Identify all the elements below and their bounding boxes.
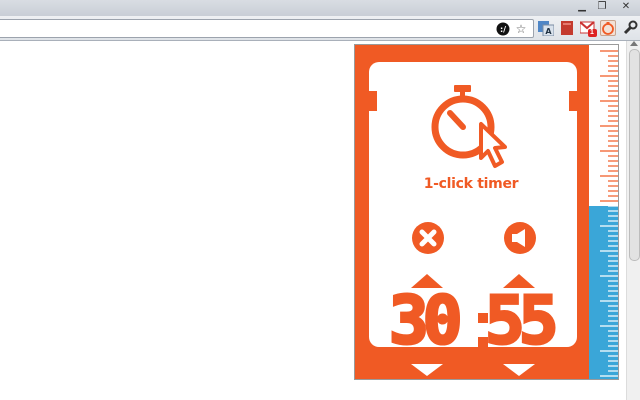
- app-title: 1-click timer: [423, 176, 519, 192]
- cancel-timer-button[interactable]: [412, 222, 444, 254]
- timer-popup: 1-click timer 30 55: [354, 44, 619, 380]
- gauge-fill: [589, 206, 618, 379]
- minutes-decrease-button[interactable]: [411, 364, 443, 376]
- one-click-timer-extension-icon[interactable]: [600, 20, 616, 36]
- sound-toggle-button[interactable]: [504, 222, 536, 254]
- wrench-menu-icon[interactable]: [622, 20, 638, 36]
- address-bar[interactable]: :/ ☆: [0, 19, 534, 38]
- panel-notch-left: [369, 91, 377, 111]
- minutes-display: 30: [387, 282, 464, 359]
- page-action-icon[interactable]: :/: [496, 22, 510, 36]
- translate-extension-icon[interactable]: A: [538, 20, 555, 37]
- scrollbar-thumb[interactable]: [629, 49, 640, 261]
- speaker-icon: [512, 229, 525, 247]
- panel-notch-right: [569, 91, 577, 111]
- bookmark-extension-icon[interactable]: [559, 20, 575, 36]
- browser-toolbar: :/ ☆ A 1: [0, 16, 640, 41]
- svg-text:A: A: [545, 27, 552, 36]
- minimize-button[interactable]: ▁: [572, 0, 592, 14]
- star-bookmark-icon[interactable]: ☆: [514, 22, 528, 36]
- gmail-extension-icon[interactable]: 1: [579, 20, 597, 37]
- seconds-decrease-button[interactable]: [503, 364, 535, 376]
- stopwatch-cursor-icon: [429, 82, 519, 172]
- restore-button[interactable]: ❐: [592, 0, 612, 14]
- gmail-badge: 1: [590, 29, 594, 36]
- page-scrollbar[interactable]: [626, 41, 640, 400]
- time-remaining-gauge: [589, 45, 618, 379]
- close-window-button[interactable]: ✕: [616, 0, 636, 14]
- seconds-display: 55: [483, 282, 560, 359]
- scroll-up-arrow-icon[interactable]: [630, 41, 638, 46]
- close-icon: [419, 229, 437, 247]
- window-titlebar: ▁ ❐ ✕: [0, 0, 640, 16]
- svg-text::/: :/: [500, 25, 506, 34]
